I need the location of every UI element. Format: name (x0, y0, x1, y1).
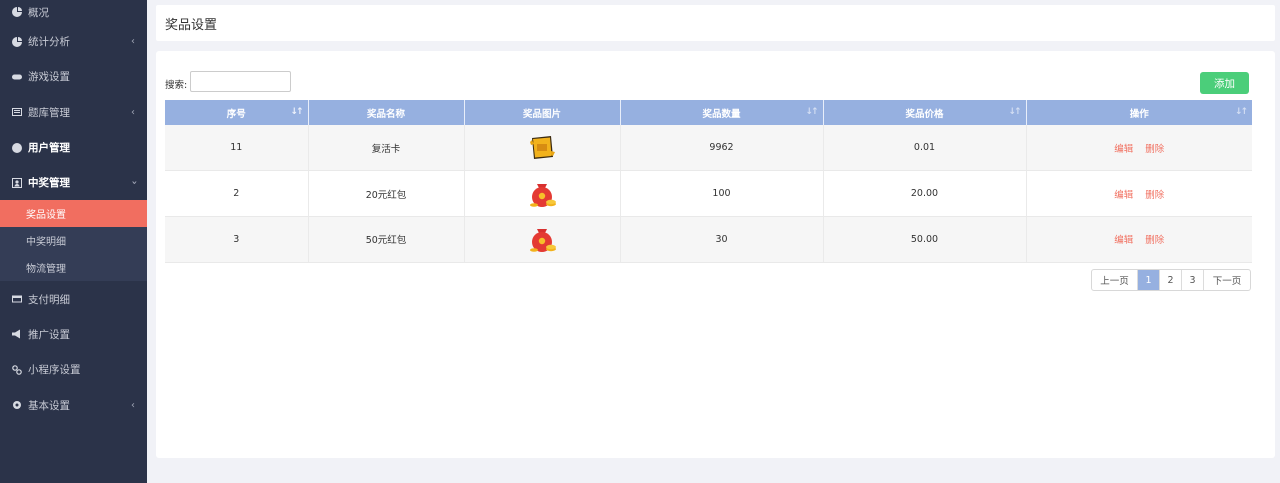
add-button[interactable]: 添加 (1200, 72, 1249, 94)
column-header-name: 奖品名称 (308, 100, 465, 125)
table-header-row: 序号 ↓↑ 奖品名称 奖品图片 奖品数量 ↓↑ 奖品价格 ↓↑ 操作 ↓↑ (165, 100, 1252, 125)
column-header-price[interactable]: 奖品价格 ↓↑ (823, 100, 1027, 125)
page-button-1[interactable]: 1 (1138, 270, 1160, 290)
sidebar-item-label: 统计分析 (28, 36, 70, 49)
table-row: 11 复活卡 9962 0.01 编辑 删除 (165, 125, 1252, 172)
cell-actions: 编辑 删除 (1026, 216, 1252, 263)
sidebar-item-promotion[interactable]: 推广设置 (0, 317, 147, 352)
delete-link[interactable]: 删除 (1145, 144, 1164, 155)
gamepad-icon (11, 71, 22, 82)
cell-image (464, 125, 621, 172)
sidebar-item-game-settings[interactable]: 游戏设置 (0, 59, 147, 94)
red-bag-icon (530, 229, 556, 253)
list-icon (11, 107, 22, 118)
revive-card-icon (530, 135, 555, 159)
edit-link[interactable]: 编辑 (1114, 190, 1133, 201)
cell-id: 11 (165, 125, 309, 172)
sidebar-item-label: 推广设置 (28, 328, 70, 341)
search-label: 搜索: (165, 80, 188, 91)
delete-link[interactable]: 删除 (1145, 235, 1164, 246)
cell-image (464, 216, 621, 263)
cell-name: 20元红包 (308, 170, 465, 217)
cell-price: 20.00 (823, 170, 1027, 217)
page-header: 奖品设置 (156, 5, 1275, 41)
sidebar-item-basic-settings[interactable]: 基本设置 ‹ (0, 387, 147, 422)
sidebar-item-label: 概况 (28, 6, 49, 19)
chevron-left-icon: ‹ (131, 106, 135, 118)
cell-actions: 编辑 删除 (1026, 170, 1252, 217)
column-header-image: 奖品图片 (464, 100, 621, 125)
sidebar-item-overview[interactable]: 概况 (0, 0, 147, 24)
sidebar-item-label: 游戏设置 (28, 71, 70, 84)
chevron-left-icon: ‹ (131, 399, 135, 411)
column-header-actions[interactable]: 操作 ↓↑ (1026, 100, 1252, 125)
cell-quantity: 100 (620, 170, 824, 217)
cell-id: 2 (165, 170, 309, 217)
edit-link[interactable]: 编辑 (1114, 144, 1133, 155)
column-header-id[interactable]: 序号 ↓↑ (165, 100, 309, 125)
table-row: 2 20元红包 100 20.00 编辑 删除 (165, 170, 1252, 217)
sidebar-subitem-logistics[interactable]: 物流管理 (0, 254, 147, 281)
cell-name: 复活卡 (308, 125, 465, 172)
sidebar-item-label: 中奖管理 (28, 177, 70, 190)
prize-table: 序号 ↓↑ 奖品名称 奖品图片 奖品数量 ↓↑ 奖品价格 ↓↑ 操作 ↓↑ 11 复活卡 (165, 100, 1252, 263)
cell-price: 50.00 (823, 216, 1027, 263)
sidebar-item-users[interactable]: 用户管理 (0, 130, 147, 165)
sidebar-submenu: 奖品设置 中奖明细 物流管理 (0, 200, 147, 282)
sidebar-item-label: 用户管理 (28, 142, 70, 155)
search-input[interactable] (190, 71, 291, 92)
user-icon (11, 142, 22, 153)
cell-actions: 编辑 删除 (1026, 125, 1252, 172)
sort-icon: ↓↑ (1008, 107, 1021, 117)
edit-link[interactable]: 编辑 (1114, 235, 1133, 246)
link-icon (11, 364, 22, 375)
megaphone-icon (11, 329, 22, 340)
table-row: 3 50元红包 30 50.00 编辑 删除 (165, 216, 1252, 263)
sidebar-item-label: 题库管理 (28, 106, 70, 119)
cell-quantity: 30 (620, 216, 824, 263)
cell-quantity: 9962 (620, 125, 824, 172)
delete-link[interactable]: 删除 (1145, 190, 1164, 201)
pie-chart-icon (11, 7, 22, 18)
pagination: 上一页 1 2 3 下一页 (1091, 269, 1251, 291)
cell-name: 50元红包 (308, 216, 465, 263)
sidebar-item-label: 基本设置 (28, 399, 70, 412)
portrait-icon (11, 177, 22, 188)
sidebar-item-payments[interactable]: 支付明细 (0, 281, 147, 316)
sort-icon: ↓↑ (290, 107, 303, 117)
sidebar-item-statistics[interactable]: 统计分析 ‹ (0, 24, 147, 59)
chevron-down-icon: › (128, 180, 140, 185)
column-header-quantity[interactable]: 奖品数量 ↓↑ (620, 100, 824, 125)
sidebar-item-label: 支付明细 (28, 293, 70, 306)
sidebar: 概况 统计分析 ‹ 游戏设置 题库管理 ‹ 用户管理 中奖管理 › 奖品设置 中… (0, 0, 147, 483)
main-panel: 搜索: 添加 序号 ↓↑ 奖品名称 奖品图片 奖品数量 ↓↑ 奖品价格 ↓↑ 操作 ↓↑… (156, 51, 1275, 458)
gear-icon (11, 400, 22, 411)
cell-id: 3 (165, 216, 309, 263)
sidebar-subitem-winning-details[interactable]: 中奖明细 (0, 227, 147, 254)
sort-icon: ↓↑ (1234, 107, 1248, 117)
sidebar-item-question-bank[interactable]: 题库管理 ‹ (0, 95, 147, 130)
sidebar-item-label: 小程序设置 (28, 364, 81, 377)
page-button-2[interactable]: 2 (1160, 270, 1182, 290)
page-title: 奖品设置 (165, 17, 218, 33)
prev-page-button[interactable]: 上一页 (1092, 270, 1138, 290)
credit-card-icon (11, 294, 22, 305)
pie-chart-icon (11, 36, 22, 47)
red-bag-icon (530, 183, 556, 207)
sort-icon: ↓↑ (805, 107, 818, 117)
cell-image (464, 170, 621, 217)
page-button-3[interactable]: 3 (1182, 270, 1204, 290)
chevron-left-icon: ‹ (131, 36, 135, 48)
sidebar-subitem-prize-settings[interactable]: 奖品设置 (0, 200, 147, 228)
sidebar-item-miniprogram[interactable]: 小程序设置 (0, 352, 147, 387)
cell-price: 0.01 (823, 125, 1027, 172)
next-page-button[interactable]: 下一页 (1204, 270, 1250, 290)
sidebar-item-prize-management[interactable]: 中奖管理 › (0, 165, 147, 200)
